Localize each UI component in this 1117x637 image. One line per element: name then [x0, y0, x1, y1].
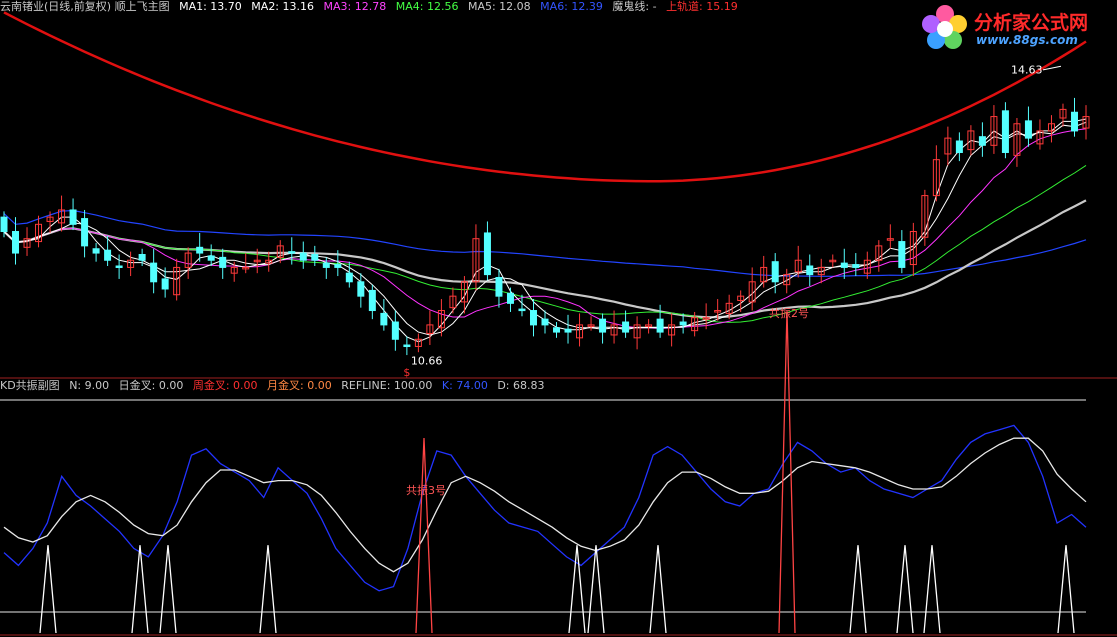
- low-price-label: 10.66: [411, 354, 443, 367]
- candle-body: [368, 289, 376, 312]
- candle-body: [391, 321, 399, 340]
- candle-body: [115, 265, 123, 268]
- signal-marker: $: [403, 366, 410, 379]
- signal-spike: [649, 545, 667, 634]
- candle-body: [622, 321, 630, 333]
- candle-body: [599, 318, 607, 333]
- candle-body: [978, 136, 986, 146]
- candle-body: [150, 262, 158, 283]
- site-logo: 分析家公式网 www.88gs.com: [918, 2, 1114, 54]
- ma5-line: [3, 199, 1087, 319]
- candle-body: [161, 278, 169, 290]
- candle-body: [345, 272, 353, 283]
- flower-icon: [922, 5, 967, 49]
- candle-body: [495, 276, 503, 297]
- candle-body: [840, 262, 848, 268]
- candle-body: [311, 253, 319, 261]
- spike-label: 共振2号: [769, 306, 809, 320]
- candle-body: [334, 264, 342, 268]
- kd-subchart-panel: 共振3号 共振2号: [0, 306, 1117, 636]
- series-d-line: [3, 437, 1087, 573]
- candle-body: [506, 292, 514, 304]
- ma4-line: [3, 164, 1087, 323]
- candle-body: [12, 231, 20, 254]
- candle-body: [69, 209, 77, 225]
- candle-body: [403, 344, 411, 348]
- signal-spike: [1057, 545, 1075, 634]
- candle-body: [104, 249, 112, 261]
- candle-body: [299, 252, 307, 261]
- candle-body: [553, 327, 561, 333]
- main-price-panel: 14.63 10.66$: [0, 11, 1117, 379]
- signal-spike: [131, 545, 149, 634]
- candle-body: [771, 261, 779, 283]
- ma3-line: [3, 128, 1087, 330]
- signal-spike: [259, 545, 277, 634]
- candle-body: [1024, 120, 1032, 139]
- signal-spike: [896, 545, 914, 634]
- signal-spike: [159, 545, 177, 634]
- candle-body: [207, 255, 215, 261]
- candle-body: [518, 308, 526, 312]
- spike-label: 共振3号: [406, 483, 446, 497]
- high-price-label: 14.63: [1011, 63, 1043, 76]
- candle-body: [81, 218, 89, 247]
- logo-url: www.88gs.com: [976, 33, 1078, 47]
- candle-body: [92, 248, 100, 254]
- candle-body: [483, 232, 491, 276]
- signal-spike: [587, 545, 605, 634]
- candle-body: [679, 321, 687, 326]
- candle-body: [1001, 110, 1009, 153]
- candle-body: [219, 256, 227, 268]
- candle-body: [955, 140, 963, 153]
- candle-body: [564, 328, 572, 333]
- candle-body: [322, 262, 330, 268]
- candle-body: [806, 265, 814, 276]
- candle-body: [288, 251, 296, 254]
- candle-body: [196, 246, 204, 254]
- candle-body: [529, 310, 537, 326]
- candle-body: [380, 312, 388, 326]
- candle-body: [656, 318, 664, 333]
- candle-body: [1070, 111, 1078, 132]
- signal-spike: [923, 545, 941, 634]
- signal-spike: [568, 545, 586, 634]
- logo-title: 分析家公式网: [974, 12, 1089, 34]
- chart-canvas[interactable]: 14.63 10.66$ 共振3号 共振2号: [0, 0, 1117, 637]
- candle-body: [852, 264, 860, 268]
- candle-body: [541, 318, 549, 326]
- ma6-line: [3, 209, 1087, 277]
- signal-spike: [849, 545, 867, 634]
- signal-spike: [39, 545, 57, 634]
- candle-body: [357, 281, 365, 297]
- candle-body: [0, 216, 8, 233]
- candle-body: [898, 241, 906, 268]
- candle-body: [138, 253, 146, 261]
